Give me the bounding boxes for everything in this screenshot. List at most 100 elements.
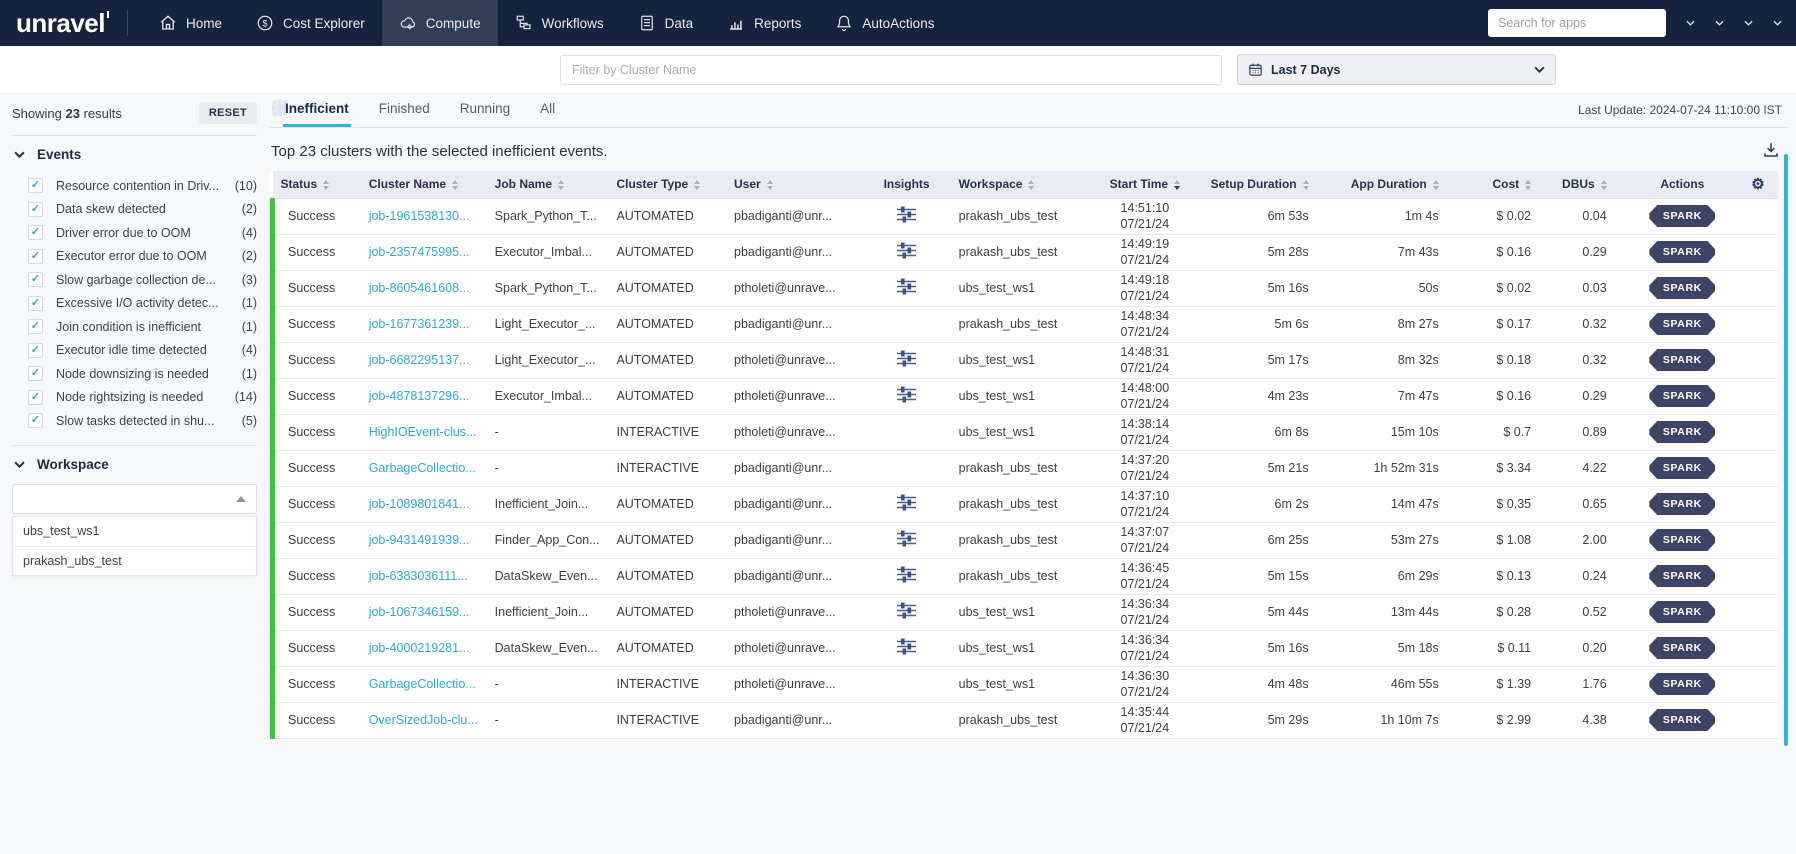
column-header-status[interactable]: Status — [273, 171, 361, 198]
insights-icon[interactable] — [897, 602, 916, 622]
column-header-dbus[interactable]: DBUs — [1551, 171, 1627, 198]
date-range-dropdown[interactable]: Last 7 Days — [1237, 54, 1556, 85]
event-checkbox[interactable]: ✓ — [28, 249, 43, 264]
table-settings-gear[interactable]: ⚙ — [1738, 171, 1778, 198]
sort-icon[interactable] — [323, 180, 329, 190]
insights-icon[interactable] — [897, 242, 916, 262]
spark-action-button[interactable]: SPARK — [1649, 241, 1715, 263]
nav-item-data[interactable]: Data — [621, 0, 711, 46]
spark-action-button[interactable]: SPARK — [1649, 385, 1715, 407]
spark-action-button[interactable]: SPARK — [1649, 709, 1715, 731]
nav-item-reports[interactable]: Reports — [710, 0, 818, 46]
insights-icon[interactable] — [897, 566, 916, 586]
event-checkbox[interactable]: ✓ — [28, 366, 43, 381]
sort-icon[interactable] — [1601, 180, 1607, 190]
spark-action-button[interactable]: SPARK — [1649, 457, 1715, 479]
tools-menu[interactable] — [1715, 20, 1724, 26]
event-checkbox[interactable]: ✓ — [28, 202, 43, 217]
event-checkbox[interactable]: ✓ — [28, 319, 43, 334]
insights-icon[interactable] — [897, 350, 916, 370]
cluster-name-link[interactable]: OverSizedJob-clu... — [369, 713, 478, 727]
sort-icon[interactable] — [1433, 180, 1439, 190]
column-header-app_duration[interactable]: App Duration — [1329, 171, 1459, 198]
cluster-name-link[interactable]: job-8605461608... — [369, 281, 470, 295]
tab-finished[interactable]: Finished — [377, 98, 432, 124]
tab-running[interactable]: Running — [458, 98, 512, 124]
cluster-name-link[interactable]: job-6682295137... — [369, 353, 470, 367]
sort-icon[interactable] — [1028, 180, 1034, 190]
event-checkbox[interactable]: ✓ — [28, 272, 43, 287]
workspace-select[interactable] — [12, 484, 257, 514]
insights-icon[interactable] — [897, 206, 916, 226]
cluster-name-link[interactable]: job-4000219281... — [369, 641, 470, 655]
user-menu[interactable] — [1773, 20, 1782, 26]
event-checkbox[interactable]: ✓ — [28, 296, 43, 311]
help-menu[interactable]: ? — [1744, 20, 1753, 26]
events-section-header[interactable]: Events — [14, 147, 257, 162]
tab-inefficient[interactable]: Inefficient — [283, 98, 351, 127]
reset-filters-button[interactable]: RESET — [199, 102, 257, 124]
sort-icon[interactable] — [1303, 180, 1309, 190]
cluster-name-link[interactable]: job-4878137296... — [369, 389, 470, 403]
event-checkbox[interactable]: ✓ — [28, 178, 43, 193]
cluster-name-link[interactable]: job-2357475995... — [369, 245, 470, 259]
spark-action-button[interactable]: SPARK — [1649, 601, 1715, 623]
spark-action-button[interactable]: SPARK — [1649, 637, 1715, 659]
workspace-option[interactable]: ubs_test_ws1 — [13, 517, 256, 546]
sort-icon[interactable] — [767, 180, 773, 190]
sort-icon[interactable] — [1525, 180, 1531, 190]
event-checkbox[interactable]: ✓ — [28, 225, 43, 240]
cluster-name-link[interactable]: job-1089801841... — [369, 497, 470, 511]
spark-action-button[interactable]: SPARK — [1649, 205, 1715, 227]
app-search-input[interactable] — [1488, 9, 1666, 37]
cluster-name-link[interactable]: HighIOEvent-clus... — [369, 425, 477, 439]
spark-action-button[interactable]: SPARK — [1649, 493, 1715, 515]
cluster-name-filter-input[interactable] — [560, 55, 1222, 85]
cluster-name-link[interactable]: job-9431491939... — [369, 533, 470, 547]
apps-grid-menu[interactable] — [1686, 20, 1695, 26]
sort-icon[interactable] — [452, 180, 458, 190]
spark-action-button[interactable]: SPARK — [1649, 565, 1715, 587]
column-header-cluster_type[interactable]: Cluster Type — [608, 171, 726, 198]
column-header-job_name[interactable]: Job Name — [487, 171, 609, 198]
unravel-logo[interactable]: unravel — [16, 8, 109, 39]
sort-icon[interactable] — [558, 180, 564, 190]
column-header-workspace[interactable]: Workspace — [951, 171, 1087, 198]
tab-all[interactable]: All — [538, 98, 557, 124]
nav-item-compute[interactable]: Compute — [382, 0, 498, 46]
cluster-name-link[interactable]: job-1677361239... — [369, 317, 470, 331]
cluster-name-link[interactable]: job-1961538130... — [369, 209, 470, 223]
download-icon[interactable] — [1762, 141, 1780, 164]
column-header-cost[interactable]: Cost — [1459, 171, 1551, 198]
spark-action-button[interactable]: SPARK — [1649, 529, 1715, 551]
insights-icon[interactable] — [897, 638, 916, 658]
workspace-section-header[interactable]: Workspace — [14, 457, 257, 472]
nav-item-cost-explorer[interactable]: $ Cost Explorer — [239, 0, 382, 46]
spark-action-button[interactable]: SPARK — [1649, 421, 1715, 443]
table-scrollbar[interactable] — [1784, 154, 1788, 746]
event-checkbox[interactable]: ✓ — [28, 390, 43, 405]
column-header-user[interactable]: User — [726, 171, 862, 198]
insights-icon[interactable] — [897, 530, 916, 550]
event-checkbox[interactable]: ✓ — [28, 343, 43, 358]
nav-item-workflows[interactable]: Workflows — [498, 0, 621, 46]
workspace-option[interactable]: prakash_ubs_test — [13, 546, 256, 575]
spark-action-button[interactable]: SPARK — [1649, 277, 1715, 299]
insights-icon[interactable] — [897, 494, 916, 514]
cluster-name-link[interactable]: job-1067346159... — [369, 605, 470, 619]
spark-action-button[interactable]: SPARK — [1649, 349, 1715, 371]
nav-item-autoactions[interactable]: AutoActions — [818, 0, 951, 46]
nav-item-home[interactable]: Home — [142, 0, 239, 46]
insights-icon[interactable] — [897, 386, 916, 406]
sort-icon[interactable] — [694, 180, 700, 190]
column-header-cluster_name[interactable]: Cluster Name — [361, 171, 487, 198]
spark-action-button[interactable]: SPARK — [1649, 313, 1715, 335]
insights-icon[interactable] — [897, 278, 916, 298]
sort-icon[interactable] — [1174, 180, 1180, 190]
column-header-start_time[interactable]: Start Time — [1087, 171, 1202, 198]
spark-action-button[interactable]: SPARK — [1649, 673, 1715, 695]
cluster-name-link[interactable]: GarbageCollectio... — [369, 461, 476, 475]
cluster-name-link[interactable]: GarbageCollectio... — [369, 677, 476, 691]
event-checkbox[interactable]: ✓ — [28, 413, 43, 428]
column-header-setup_duration[interactable]: Setup Duration — [1203, 171, 1329, 198]
